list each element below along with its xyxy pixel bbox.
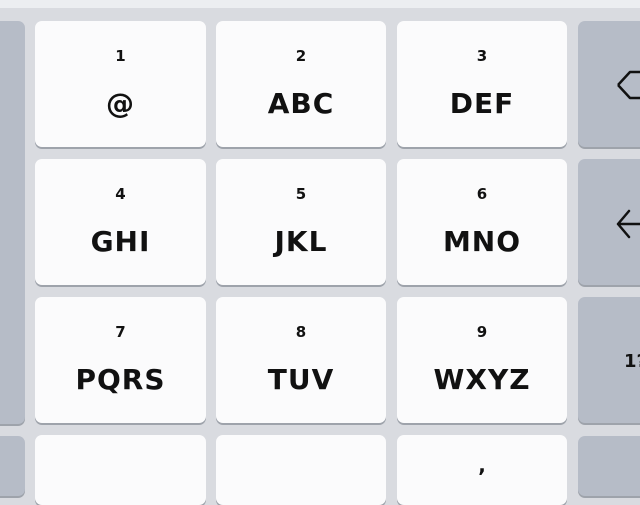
enter-arrow-icon (616, 209, 640, 239)
backspace-key[interactable] (578, 21, 640, 147)
key-letters: JKL (274, 225, 328, 258)
key-bottom-left[interactable] (35, 435, 206, 505)
key-letters: MNO (442, 225, 522, 258)
key-letters: WXYZ (433, 363, 531, 396)
key-9[interactable]: 9 WXYZ (397, 297, 567, 423)
key-letters: DEF (449, 87, 515, 120)
key-0[interactable] (216, 435, 386, 505)
key-letters: TUV (267, 363, 335, 396)
key-letters: @ (106, 87, 135, 120)
backspace-icon (617, 70, 640, 100)
enter-key[interactable] (578, 159, 640, 285)
keyboard-top-border (0, 0, 640, 8)
key-number: 9 (476, 323, 488, 341)
left-function-key[interactable] (0, 21, 25, 424)
key-6[interactable]: 6 MNO (397, 159, 567, 285)
key-letters: PQRS (75, 363, 166, 396)
right-bottom-function-key[interactable] (578, 436, 640, 496)
key-letters: GHI (90, 225, 151, 258)
key-7[interactable]: 7 PQRS (35, 297, 206, 423)
key-4[interactable]: 4 GHI (35, 159, 206, 285)
mode-switch-key[interactable]: 1? (578, 297, 640, 423)
left-bottom-function-key[interactable] (0, 436, 25, 496)
key-number: 8 (295, 323, 307, 341)
key-number: 7 (115, 323, 126, 341)
mode-switch-label: 1? (624, 351, 640, 372)
key-number: 6 (476, 185, 488, 203)
key-number: 3 (476, 47, 488, 65)
key-5[interactable]: 5 JKL (216, 159, 386, 285)
key-8[interactable]: 8 TUV (216, 297, 386, 423)
key-comma[interactable]: , (397, 435, 567, 505)
key-1[interactable]: 1 @ (35, 21, 206, 147)
key-number: 2 (295, 47, 307, 65)
comma-label: , (478, 453, 486, 477)
key-letters: ABC (267, 87, 335, 120)
key-2[interactable]: 2 ABC (216, 21, 386, 147)
key-number: 5 (295, 185, 307, 203)
key-number: 4 (115, 185, 126, 203)
key-3[interactable]: 3 DEF (397, 21, 567, 147)
key-number: 1 (115, 47, 126, 65)
